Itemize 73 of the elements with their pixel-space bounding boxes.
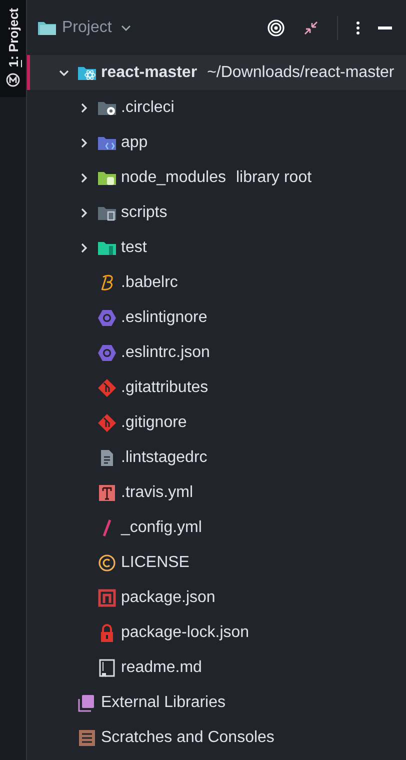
tree-item[interactable]: node_modules library root bbox=[27, 160, 406, 195]
collapse-icon[interactable] bbox=[303, 20, 319, 36]
chevron-down-icon[interactable] bbox=[59, 68, 69, 78]
tree-item[interactable]: .gitattributes bbox=[27, 370, 406, 405]
tree-item[interactable]: LICENSE bbox=[27, 545, 406, 580]
chevron-right-icon[interactable] bbox=[79, 242, 89, 252]
item-name: scripts bbox=[121, 204, 168, 222]
caret-icon bbox=[120, 24, 131, 30]
folder-icon bbox=[97, 204, 117, 220]
item-name: Scratches and Consoles bbox=[101, 728, 274, 746]
tree-item[interactable]: package-lock.json bbox=[27, 615, 406, 650]
item-name: .gitignore bbox=[121, 414, 187, 432]
item-name: test bbox=[121, 238, 147, 256]
tree-item[interactable]: .gitignore bbox=[27, 405, 406, 440]
chevron-right-icon[interactable] bbox=[79, 138, 89, 148]
tree-item[interactable]: .babelrc bbox=[27, 265, 406, 300]
item-name: package-lock.json bbox=[121, 624, 250, 642]
item-name: node_modules bbox=[121, 168, 226, 186]
folder-icon bbox=[97, 170, 117, 186]
item-name: .eslintrc.json bbox=[121, 344, 210, 362]
tree-item[interactable]: react-master ~/Downloads/react-master bbox=[27, 55, 406, 90]
item-detail: ~/Downloads/react-master bbox=[207, 64, 394, 82]
item-name: package.json bbox=[121, 588, 216, 606]
folder-icon bbox=[77, 64, 97, 80]
item-name: .lintstagedrc bbox=[121, 448, 208, 466]
chevron-right-icon[interactable] bbox=[79, 172, 89, 182]
item-name: .gitattributes bbox=[121, 378, 208, 396]
project-tool-tab[interactable]: 1: Project bbox=[0, 0, 26, 98]
books-icon bbox=[77, 694, 97, 712]
tree-item[interactable]: app bbox=[27, 125, 406, 160]
notepad-icon bbox=[77, 728, 97, 746]
tree-item[interactable]: .lintstagedrc bbox=[27, 440, 406, 475]
tree-item[interactable]: _config.yml bbox=[27, 510, 406, 545]
square-n-icon bbox=[97, 588, 117, 606]
tree-item[interactable]: .eslintrc.json bbox=[27, 335, 406, 370]
item-name: readme.md bbox=[121, 658, 202, 676]
diamond-branch-icon bbox=[97, 378, 117, 396]
circled-m-icon bbox=[6, 73, 20, 88]
tree-item[interactable]: package.json bbox=[27, 580, 406, 615]
more-options-icon[interactable] bbox=[356, 20, 360, 34]
chevron-right-icon[interactable] bbox=[79, 102, 89, 112]
target-icon[interactable] bbox=[267, 18, 285, 36]
tree-item[interactable]: Scratches and Consoles bbox=[27, 720, 406, 755]
hexagon-icon bbox=[97, 308, 117, 326]
diamond-branch-icon bbox=[97, 414, 117, 432]
t-tile-icon bbox=[97, 484, 117, 502]
item-name: app bbox=[121, 134, 148, 152]
item-name: react-master bbox=[101, 64, 198, 82]
folder-icon bbox=[37, 20, 57, 36]
book-icon bbox=[97, 658, 117, 676]
item-name: .eslintignore bbox=[121, 308, 208, 326]
tree-item[interactable]: readme.md bbox=[27, 650, 406, 685]
folder-icon bbox=[97, 100, 117, 116]
item-name: .travis.yml bbox=[121, 484, 193, 502]
item-name: .circleci bbox=[121, 98, 174, 116]
item-detail: library root bbox=[236, 168, 312, 186]
tree-item[interactable]: scripts bbox=[27, 195, 406, 230]
chevron-right-icon[interactable] bbox=[79, 208, 89, 218]
item-name: LICENSE bbox=[121, 554, 190, 572]
tree-item[interactable]: test bbox=[27, 230, 406, 265]
tree-item[interactable]: .circleci bbox=[27, 90, 406, 125]
tree-item[interactable]: External Libraries bbox=[27, 685, 406, 720]
tree-item[interactable]: .travis.yml bbox=[27, 475, 406, 510]
tree-item[interactable]: .eslintignore bbox=[27, 300, 406, 335]
item-name: .babelrc bbox=[121, 274, 178, 292]
project-view-dropdown[interactable]: Project bbox=[37, 18, 131, 36]
hexagon-icon bbox=[97, 344, 117, 362]
folder-icon bbox=[97, 134, 117, 150]
copyright-icon bbox=[97, 554, 117, 572]
folder-icon bbox=[97, 240, 117, 256]
item-name: _config.yml bbox=[121, 518, 202, 536]
minimize-icon[interactable] bbox=[378, 26, 392, 30]
item-name: External Libraries bbox=[101, 694, 226, 712]
